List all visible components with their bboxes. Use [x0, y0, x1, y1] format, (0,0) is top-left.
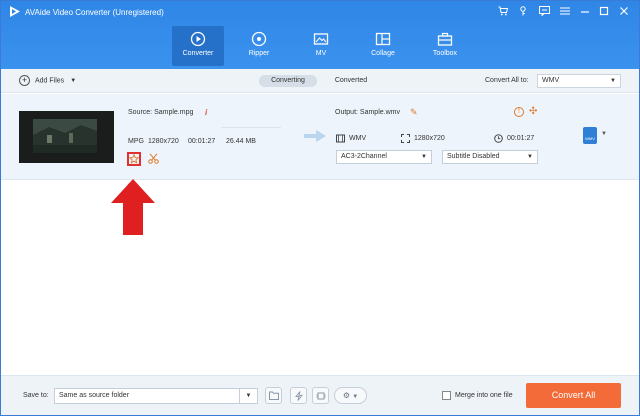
convert-all-format-value: WMV: [542, 77, 560, 84]
merge-label: Merge into one file: [455, 392, 513, 399]
add-files-label: Add Files: [35, 77, 65, 85]
tab-collage[interactable]: Collage: [357, 26, 409, 66]
output-resolution: 1280x720: [414, 135, 445, 142]
subtitle-select[interactable]: Subtitle Disabled ▼: [442, 150, 538, 164]
source-duration: 00:01:27: [188, 138, 216, 145]
arrow-right-icon: [304, 130, 326, 142]
edit-star-icon: [129, 154, 139, 164]
audio-track-select[interactable]: AC3-2Channel ▼: [336, 150, 432, 164]
chevron-down-icon: ▼: [421, 154, 427, 160]
source-resolution: 1280x720: [148, 138, 179, 145]
chevron-down-icon: ▼: [239, 389, 257, 403]
output-filename: Output: Sample.wmv: [335, 109, 400, 116]
app-window: AVAide Video Converter (Unregistered) Co…: [0, 0, 640, 416]
convert-all-to-label: Convert All to:: [485, 77, 529, 84]
video-thumbnail[interactable]: [19, 111, 114, 163]
divider: [221, 127, 281, 128]
source-format: MPG: [128, 138, 144, 145]
chip-icon: [316, 392, 325, 400]
app-logo-icon: [10, 6, 20, 17]
annotation-arrow: [111, 179, 155, 235]
video-format-icon: [336, 134, 345, 143]
tab-mv-label: MV: [315, 50, 327, 57]
converter-icon: [190, 31, 206, 47]
tab-converter[interactable]: Converter: [172, 26, 224, 66]
pencil-icon[interactable]: ✎: [410, 107, 418, 118]
close-icon[interactable]: [618, 6, 630, 18]
minimize-icon[interactable]: [579, 6, 591, 18]
cart-icon[interactable]: [497, 6, 509, 18]
compress-icon[interactable]: ✣: [529, 106, 537, 117]
merge-checkbox[interactable]: [442, 391, 451, 400]
chevron-down-icon: ▼: [610, 78, 616, 84]
output-format-badge-text: WMV: [585, 136, 595, 141]
audio-track-value: AC3-2Channel: [341, 153, 387, 160]
mv-icon: [313, 33, 329, 45]
key-icon[interactable]: [517, 6, 529, 18]
scissors-icon[interactable]: [148, 153, 159, 164]
output-format: WMV: [349, 135, 367, 142]
settings-button[interactable]: ⚙ ▼: [334, 387, 367, 404]
toolbar: + Add Files ▼ Converting Converted Convert…: [1, 69, 639, 93]
save-to-value: Same as source folder: [59, 392, 130, 399]
lightning-icon: [294, 391, 303, 401]
tab-ripper-label: Ripper: [248, 50, 270, 57]
chevron-down-icon: ▼: [527, 154, 533, 160]
tab-converter-label: Converter: [182, 50, 214, 57]
hardware-accel-button[interactable]: [290, 387, 307, 404]
tab-converting[interactable]: Converting: [259, 75, 317, 87]
title-bar: AVAide Video Converter (Unregistered): [1, 1, 639, 23]
app-title: AVAide Video Converter (Unregistered): [25, 8, 164, 17]
gpu-button[interactable]: [312, 387, 329, 404]
header: AVAide Video Converter (Unregistered) Co…: [1, 1, 639, 69]
save-to-select[interactable]: Same as source folder ▼: [54, 388, 258, 404]
clock-icon: [494, 134, 503, 143]
info-circle-icon[interactable]: !: [514, 107, 524, 117]
collage-icon: [375, 32, 391, 46]
toolbox-icon: [437, 32, 453, 46]
bottom-bar: Save to: Same as source folder ▼ ⚙ ▼ Mer…: [1, 375, 639, 415]
chevron-down-icon[interactable]: ▼: [70, 78, 76, 84]
tab-mv[interactable]: MV: [295, 26, 347, 66]
tab-ripper[interactable]: Ripper: [233, 26, 285, 66]
source-filename: Source: Sample.mpg: [128, 109, 194, 116]
maximize-icon[interactable]: [598, 6, 610, 18]
main-nav: Converter Ripper MV Collage Toolbox: [1, 23, 639, 69]
edit-button[interactable]: [127, 152, 141, 166]
resolution-icon: [401, 134, 410, 143]
gear-icon: ⚙: [342, 391, 350, 400]
add-files-button[interactable]: + Add Files ▼: [19, 75, 76, 87]
tab-toolbox-label: Toolbox: [432, 50, 458, 57]
add-icon: +: [19, 75, 30, 86]
open-folder-button[interactable]: [265, 387, 282, 404]
convert-all-button[interactable]: Convert All: [526, 383, 621, 408]
folder-icon: [268, 391, 279, 401]
info-icon[interactable]: i: [205, 108, 207, 117]
save-to-label: Save to:: [23, 392, 49, 399]
tab-toolbox[interactable]: Toolbox: [419, 26, 471, 66]
menu-icon[interactable]: [559, 6, 571, 18]
subtitle-value: Subtitle Disabled: [447, 153, 500, 160]
convert-all-format-select[interactable]: WMV ▼: [537, 74, 621, 88]
chevron-down-icon[interactable]: ▼: [601, 131, 607, 137]
chevron-down-icon: ▼: [352, 394, 359, 400]
tab-converted[interactable]: Converted: [325, 75, 377, 87]
output-format-badge[interactable]: WMV: [583, 127, 597, 144]
feedback-icon[interactable]: [538, 6, 550, 18]
output-duration: 00:01:27: [507, 135, 535, 142]
source-size: 26.44 MB: [226, 138, 256, 145]
file-list-item: Source: Sample.mpg i MPG 1280x720 00:01:…: [1, 94, 639, 180]
ripper-icon: [251, 31, 267, 47]
tab-collage-label: Collage: [371, 50, 395, 57]
